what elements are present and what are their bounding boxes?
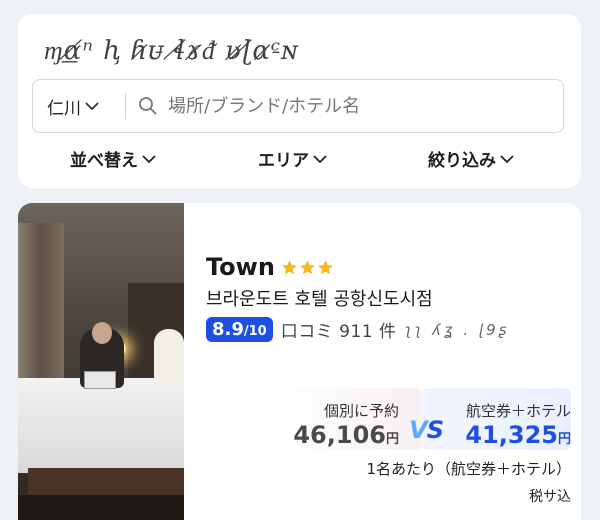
narrow-label: 絞り込み [428,151,496,171]
hotel-name: 브라운도트 호텔 공항신도시점 [206,289,433,310]
star-icon [282,259,297,274]
individual-price-block: 個別に予約 46,106円 [293,400,399,449]
search-bar[interactable]: 仁川 [32,79,564,133]
chevron-down-icon [85,102,99,111]
area-button[interactable]: エリア [258,146,327,171]
hotel-brand: Town [206,253,334,281]
chevron-down-icon [313,154,327,163]
star-rating [281,259,334,276]
chevron-down-icon [500,154,514,163]
chevron-down-icon [142,154,156,163]
sort-button[interactable]: 並べ替え [70,146,156,171]
yen-unit: 円 [385,432,399,447]
area-label: エリア [258,151,309,171]
divider [125,93,126,119]
tax-note: 税サ込 [529,489,571,505]
location-label: 仁川 [47,98,81,119]
vs-mark: VS [409,416,444,444]
package-price-block: 航空券＋ホテル 41,325円 [465,400,571,449]
review-count: 口コミ 911 件 [280,322,397,342]
review-garbled-text: ʅʅ ʎʓ . ɭ9ʂ [404,320,510,339]
score-row: 8.9/10 口コミ 911 件 ʅʅ ʎʓ . ɭ9ʂ [206,317,510,342]
score-denominator: /10 [243,324,267,339]
vs-s: S [426,416,444,444]
sort-label: 並べ替え [70,151,138,171]
hotel-photo[interactable] [18,203,184,520]
star-icon [300,259,315,274]
individual-price: 46,106 [293,421,386,449]
package-price: 41,325 [465,421,558,449]
brand-name: Town [206,253,275,281]
location-selector[interactable]: 仁川 [33,94,125,119]
search-input[interactable] [166,94,550,118]
header-garbled-title: ɱ͟ɑ̸ⁿ ⱨ ɦ̷ᴜ̵ ɬ̸ɤ̷ᵭ ʋ̷ɭ̸ɑ̷ᶜ̵ɴ [44,36,299,66]
narrow-button[interactable]: 絞り込み [428,146,514,171]
star-icon [318,259,333,274]
search-card: ɱ͟ɑ̸ⁿ ⱨ ɦ̷ᴜ̵ ɬ̸ɤ̷ᵭ ʋ̷ɭ̸ɑ̷ᶜ̵ɴ 仁川 並べ替え エリア… [18,14,581,188]
hotel-info: Town 브라운도트 호텔 공항신도시점 8.9/10 口コミ 911 件 ʅʅ… [206,203,581,520]
score-value: 8.9 [212,319,244,340]
individual-label: 個別に予約 [323,402,399,420]
package-label: 航空券＋ホテル [465,402,571,420]
filter-bar: 並べ替え エリア 絞り込み [18,146,581,176]
score-badge: 8.9/10 [206,317,273,342]
vs-v: V [409,416,428,444]
search-icon [139,97,157,115]
per-person-note: 1名あたり（航空券＋ホテル） [366,460,571,478]
yen-unit: 円 [557,432,571,447]
hotel-card[interactable]: Town 브라운도트 호텔 공항신도시점 8.9/10 口コミ 911 件 ʅʅ… [18,203,581,520]
